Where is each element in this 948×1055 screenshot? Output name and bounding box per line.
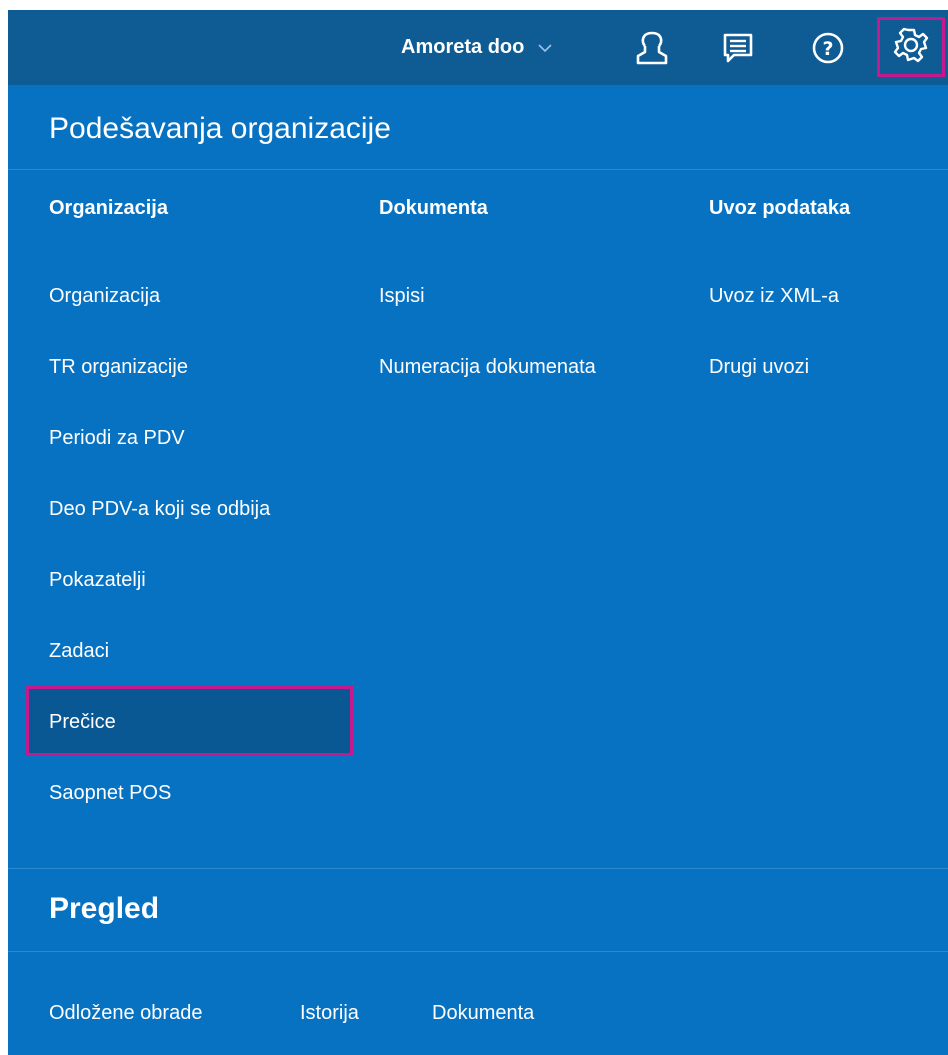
organization-name: Amoreta doo: [401, 36, 525, 58]
organization-selector[interactable]: Amoreta doo: [401, 10, 554, 85]
divider: [8, 169, 948, 170]
column-heading-organizacija: Organizacija: [49, 197, 168, 219]
column-heading-uvoz-podataka: Uvoz podataka: [709, 197, 851, 219]
menu-item-zadaci[interactable]: Zadaci: [49, 640, 109, 663]
menu-item-deo-pdv-a[interactable]: Deo PDV-a koji se odbija: [49, 498, 270, 521]
menu-item-numeracija-dokumenata[interactable]: Numeracija dokumenata: [379, 356, 596, 379]
help-icon[interactable]: ?: [804, 24, 852, 72]
menu-item-uvoz-iz-xml[interactable]: Uvoz iz XML-a: [709, 285, 839, 308]
user-icon[interactable]: [628, 24, 676, 72]
chevron-down-icon: [538, 40, 554, 56]
menu-item-saopnet-pos[interactable]: Saopnet POS: [49, 782, 171, 805]
menu-item-tr-organizacije[interactable]: TR organizacije: [49, 356, 188, 379]
section-title-pregled: Pregled: [49, 892, 160, 925]
messages-icon[interactable]: [714, 24, 762, 72]
gear-icon: [893, 27, 929, 68]
menu-item-periodi-za-pdv[interactable]: Periodi za PDV: [49, 427, 185, 450]
menu-item-ispisi[interactable]: Ispisi: [379, 285, 425, 308]
link-istorija[interactable]: Istorija: [300, 1002, 359, 1025]
svg-text:?: ?: [822, 38, 833, 60]
menu-item-pokazatelji[interactable]: Pokazatelji: [49, 569, 146, 592]
panel-title: Podešavanja organizacije: [49, 112, 391, 145]
divider: [8, 951, 948, 952]
settings-gear-button[interactable]: [877, 17, 945, 77]
link-odlozene-obrade[interactable]: Odložene obrade: [49, 1002, 202, 1025]
menu-item-precice[interactable]: Prečice: [49, 711, 116, 734]
menu-item-organizacija[interactable]: Organizacija: [49, 285, 160, 308]
top-bar: Amoreta doo ?: [8, 10, 948, 85]
divider: [8, 868, 948, 869]
menu-item-drugi-uvozi[interactable]: Drugi uvozi: [709, 356, 809, 379]
link-dokumenta[interactable]: Dokumenta: [432, 1002, 534, 1025]
settings-dropdown-panel: Podešavanja organizacije Organizacija Do…: [8, 85, 948, 1055]
column-heading-dokumenta: Dokumenta: [379, 197, 488, 219]
